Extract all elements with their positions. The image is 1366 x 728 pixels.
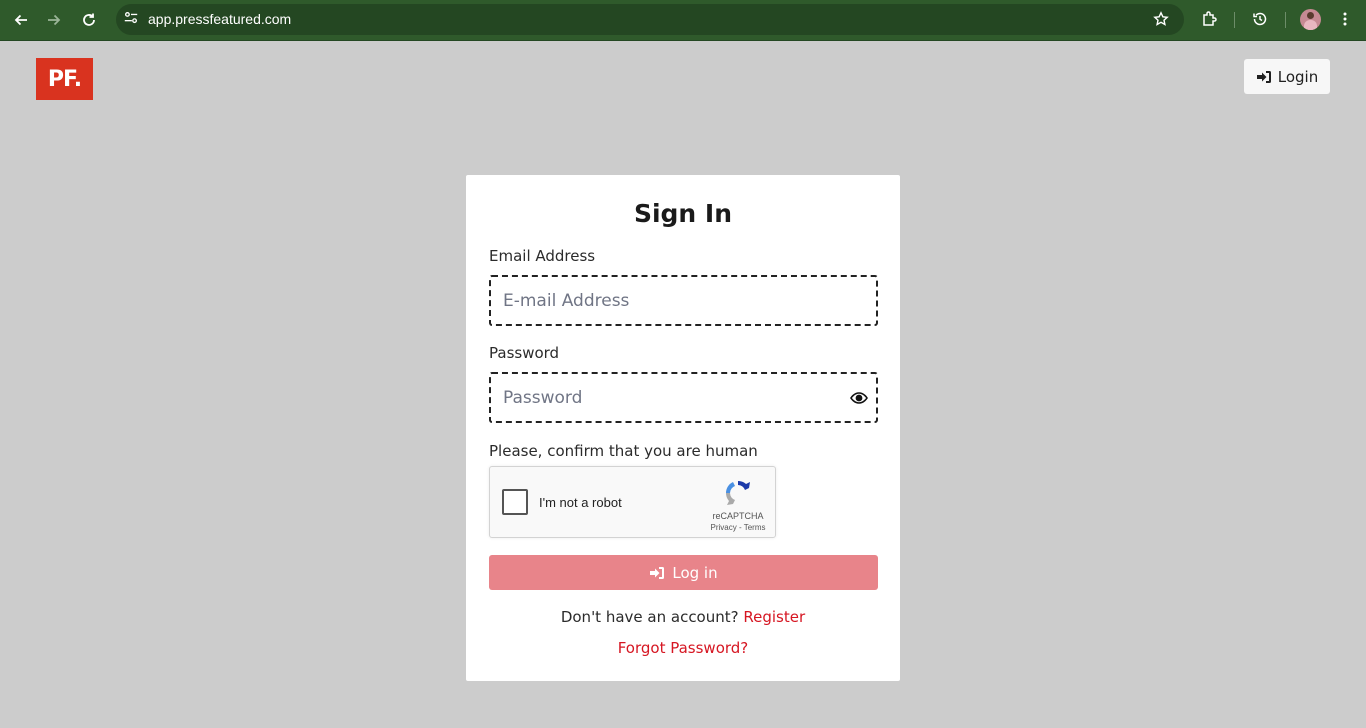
- captcha-checkbox-label: I'm not a robot: [539, 495, 622, 510]
- captcha-links: Privacy - Terms: [710, 523, 766, 532]
- logo-text: PF.: [47, 66, 82, 92]
- toolbar-separator: [1234, 12, 1235, 28]
- history-icon[interactable]: [1250, 9, 1270, 29]
- register-prompt: Don't have an account? Register: [466, 608, 900, 626]
- email-field-wrapper: [489, 275, 878, 326]
- page-title: Sign In: [633, 199, 733, 228]
- show-password-eye-icon[interactable]: [850, 389, 868, 407]
- password-label: Password: [489, 344, 560, 362]
- register-link[interactable]: Register: [743, 608, 805, 626]
- extensions-icon[interactable]: [1199, 9, 1219, 29]
- signin-card: Sign In Email Address Password Please, c…: [466, 175, 900, 681]
- email-label: Email Address: [489, 247, 596, 265]
- password-field[interactable]: [491, 374, 876, 421]
- browser-toolbar: app.pressfeatured.com: [0, 0, 1366, 41]
- no-account-text: Don't have an account?: [560, 608, 739, 626]
- url-text[interactable]: app.pressfeatured.com: [148, 11, 291, 27]
- sign-in-icon: [1256, 70, 1271, 83]
- captcha-checkbox[interactable]: [502, 489, 528, 515]
- back-arrow-icon[interactable]: [9, 8, 33, 32]
- recaptcha-logo-icon: [725, 480, 750, 505]
- recaptcha-widget: I'm not a robot reCAPTCHA Privacy - Term…: [489, 466, 776, 538]
- forgot-password-line: Forgot Password?: [466, 639, 900, 657]
- captcha-brand: reCAPTCHA: [712, 511, 764, 521]
- header-login-button[interactable]: Login: [1244, 59, 1330, 94]
- bookmark-star-icon[interactable]: [1151, 9, 1171, 29]
- captcha-prompt: Please, confirm that you are human: [489, 442, 758, 460]
- email-field[interactable]: [491, 277, 876, 324]
- toolbar-separator: [1285, 12, 1286, 28]
- forgot-password-link[interactable]: Forgot Password?: [618, 639, 749, 657]
- forward-arrow-icon[interactable]: [42, 8, 66, 32]
- pf-logo[interactable]: PF.: [36, 58, 93, 100]
- captcha-terms-link[interactable]: Terms: [744, 523, 766, 532]
- profile-avatar[interactable]: [1300, 9, 1321, 30]
- sign-in-icon: [650, 566, 665, 579]
- login-button-label: Log in: [672, 563, 718, 582]
- captcha-privacy-link[interactable]: Privacy: [711, 523, 737, 532]
- more-menu-icon[interactable]: [1335, 9, 1355, 29]
- login-button[interactable]: Log in: [489, 555, 878, 590]
- site-info-icon[interactable]: [122, 9, 140, 27]
- header-login-label: Login: [1277, 67, 1319, 86]
- password-field-wrapper: [489, 372, 878, 423]
- reload-icon[interactable]: [77, 8, 101, 32]
